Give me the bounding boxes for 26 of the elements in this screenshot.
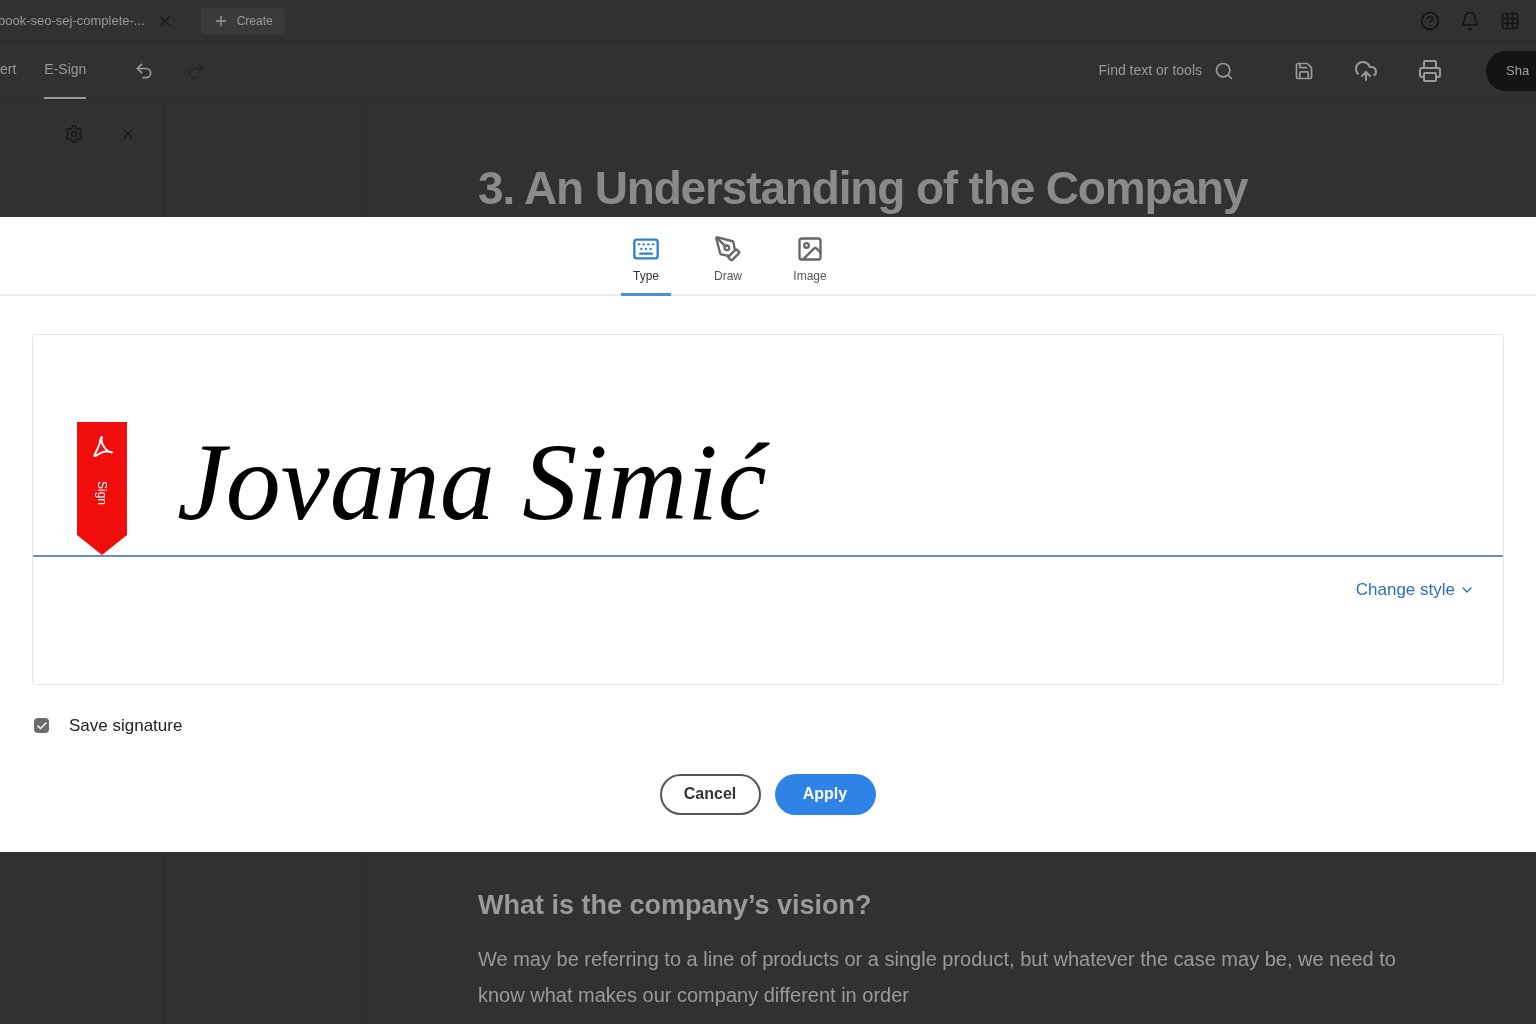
toolbar-tab[interactable]: ert bbox=[0, 42, 17, 99]
toolbar-tab[interactable]: E-Sign bbox=[44, 42, 87, 99]
document-subheading: What is the company’s vision? bbox=[478, 892, 873, 919]
settings-icon[interactable] bbox=[64, 124, 84, 144]
apps-grid-icon[interactable] bbox=[1500, 10, 1520, 31]
image-icon bbox=[796, 235, 824, 263]
document-paragraph: We may be referring to a line of products or a single product, but whatever the case may be, we need to know what makes our company different in order bbox=[478, 947, 1397, 1008]
signature-mode-tab[interactable]: Draw bbox=[703, 235, 753, 296]
print-icon[interactable] bbox=[1418, 58, 1442, 83]
signature-mode-tab[interactable]: Type bbox=[621, 235, 671, 296]
help-icon[interactable] bbox=[1420, 10, 1440, 31]
create-button[interactable]: Create bbox=[200, 7, 285, 34]
cloud-upload-icon[interactable] bbox=[1354, 58, 1378, 83]
cancel-button[interactable]: Cancel bbox=[659, 773, 761, 815]
signature-mode-tab[interactable]: Image bbox=[785, 235, 835, 296]
bell-icon[interactable] bbox=[1460, 10, 1480, 31]
pen-icon bbox=[714, 235, 742, 263]
save-icon[interactable] bbox=[1294, 60, 1314, 81]
save-signature-label: Save signature bbox=[69, 715, 183, 737]
search-field[interactable]: Find text or tools bbox=[1098, 60, 1202, 81]
share-button[interactable]: Sha bbox=[1486, 50, 1536, 91]
apply-button[interactable]: Apply bbox=[774, 773, 876, 815]
sign-badge-label: Sign bbox=[94, 481, 110, 505]
save-signature-checkbox[interactable] bbox=[34, 718, 49, 734]
change-style-button[interactable]: Change style bbox=[1355, 577, 1475, 603]
search-icon[interactable] bbox=[1214, 60, 1234, 81]
